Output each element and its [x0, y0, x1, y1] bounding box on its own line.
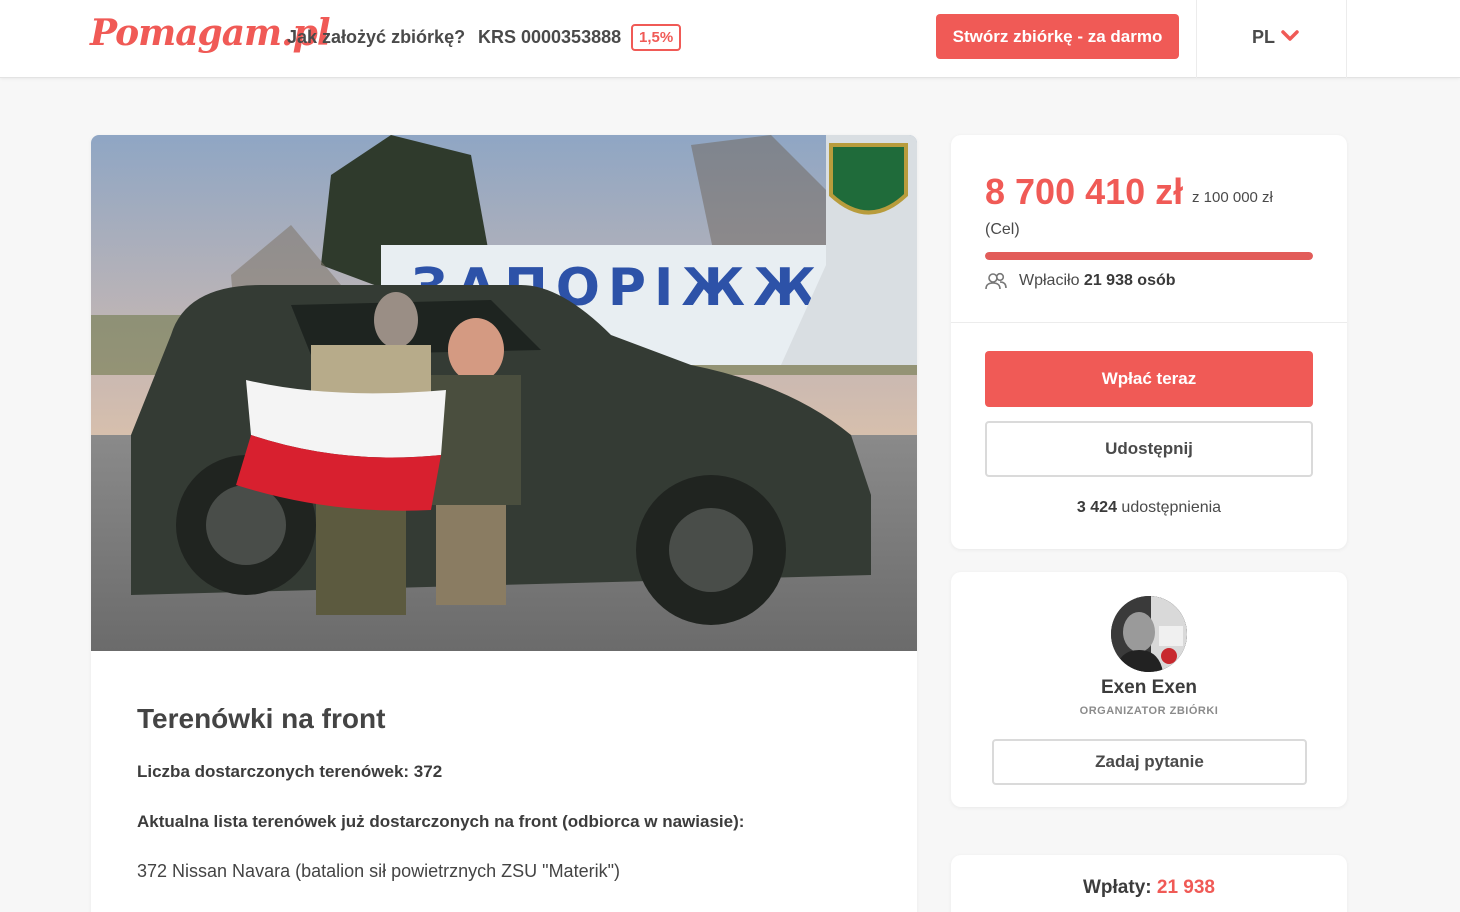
divider	[951, 322, 1347, 323]
goal-label: (Cel)	[985, 221, 1020, 238]
organizer-name[interactable]: Exen Exen	[951, 677, 1347, 699]
avatar[interactable]	[1111, 596, 1187, 672]
shares-label: udostępnienia	[1121, 499, 1222, 516]
organizer-role: ORGANIZATOR ZBIÓRKI	[1079, 705, 1219, 717]
create-fundraiser-button[interactable]: Stwórz zbiórkę - za darmo	[936, 14, 1179, 59]
language-selector[interactable]: PL	[1252, 27, 1275, 48]
chevron-down-icon[interactable]	[1281, 30, 1299, 42]
donate-button[interactable]: Wpłać teraz	[985, 351, 1313, 407]
divider	[1196, 0, 1197, 78]
nav-how-to-create[interactable]: Jak założyć zbiórkę?	[287, 27, 465, 48]
list-item-text: 372 Nissan Navara (batalion sił powietrz…	[137, 861, 620, 881]
funding-card: 8 700 410 zł z 100 000 zł (Cel) Wpłaciło…	[951, 135, 1347, 549]
campaign-title: Terenówki na front	[137, 703, 386, 734]
donors-prefix: Wpłaciło	[1019, 272, 1080, 289]
nav-krs[interactable]: KRS 0000353888	[478, 27, 621, 48]
payments-label: Wpłaty:	[1082, 877, 1152, 898]
share-button[interactable]: Udostępnij	[985, 421, 1313, 477]
payments-count: 21 938	[1156, 877, 1215, 898]
donors-text: Wpłaciło 21 938 osób	[1019, 272, 1176, 290]
top-header: Pomagam.pl Jak założyć zbiórkę? KRS 0000…	[0, 0, 1460, 78]
donors-count: 21 938 osób	[1083, 272, 1176, 289]
ask-question-button[interactable]: Zadaj pytanie	[992, 739, 1307, 785]
progress-fill	[985, 252, 1313, 260]
krs-percent-badge[interactable]: 1,5%	[631, 24, 682, 51]
list-heading-text: Aktualna lista terenówek już dostarczony…	[137, 812, 745, 831]
goal-amount: z 100 000 zł	[1192, 189, 1273, 206]
delivered-count-text: Liczba dostarczonych terenówek: 372	[137, 762, 443, 781]
raised-amount: 8 700 410 zł	[985, 171, 1184, 212]
people-icon	[985, 272, 1007, 290]
progress-bar	[985, 252, 1313, 260]
shares-text: 3 424 udostępnienia	[951, 499, 1347, 517]
shares-count: 3 424	[1076, 499, 1117, 516]
campaign-photo: ЗАПОРІЖЖЯ	[91, 135, 917, 651]
payments-card: Wpłaty: 21 938	[951, 855, 1347, 912]
divider	[1346, 0, 1347, 78]
organizer-card: Exen Exen ORGANIZATOR ZBIÓRKI Zadaj pyta…	[951, 572, 1347, 807]
payments-summary: Wpłaty: 21 938	[951, 877, 1347, 899]
campaign-card: ЗАПОРІЖЖЯ Terenówki na front Liczba dost…	[91, 135, 917, 912]
